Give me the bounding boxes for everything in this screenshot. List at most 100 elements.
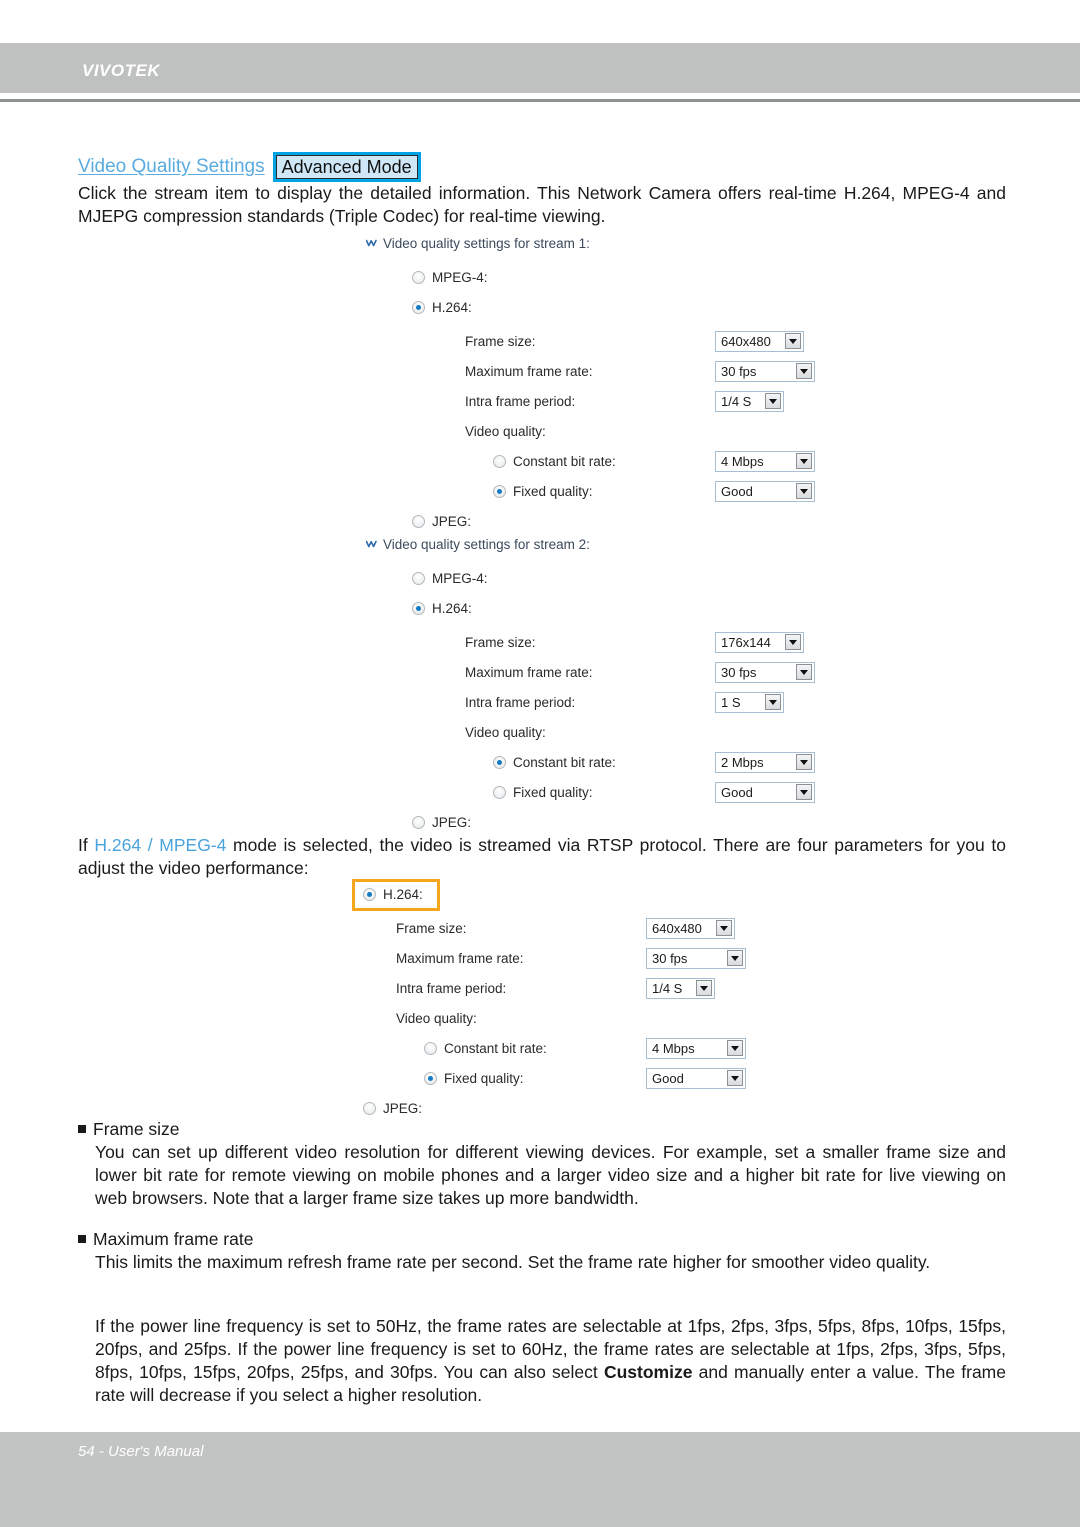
detail-fixed-quality-value: Good [652,1070,684,1086]
stream2-fixed-quality-row: Fixed quality: Good [493,778,815,806]
chevron-down-icon[interactable] [727,950,743,966]
chevron-down-icon[interactable] [765,393,781,409]
chevron-down-icon[interactable] [727,1040,743,1056]
radio-icon[interactable] [412,270,425,284]
detail-fixed-quality-select[interactable]: Good [646,1067,746,1089]
frame-rate-note-paragraph: If the power line frequency is set to 50… [95,1315,1006,1407]
stream2-constant-bit-rate-value: 2 Mbps [721,754,764,770]
detail-codec-h264-label: H.264: [383,886,423,902]
radio-icon[interactable] [493,454,506,468]
chevron-down-icon[interactable] [716,920,732,936]
detail-max-frame-rate-row: Maximum frame rate: 30 fps [396,944,746,972]
stream1-video-quality-label: Video quality: [465,423,546,439]
chevron-down-icon[interactable] [785,333,801,349]
advanced-mode-badge[interactable]: Advanced Mode [272,152,421,182]
detail-intra-frame-period-select[interactable]: 1/4 S [646,977,715,999]
chevron-down-icon[interactable] [785,634,801,650]
stream2-fixed-quality-value: Good [721,784,753,800]
stream2-max-frame-rate-row: Maximum frame rate: 30 fps [465,658,815,686]
stream2-constant-bit-rate-select[interactable]: 2 Mbps [715,751,815,773]
radio-icon[interactable] [412,815,425,829]
rtsp-lead-text: If [78,835,95,855]
stream2-constant-bit-rate-option[interactable]: Constant bit rate: [493,755,715,770]
stream2-codec-jpeg[interactable]: JPEG: [412,812,815,832]
stream2-title-row[interactable]: Video quality settings for stream 2: [365,537,815,552]
stream2-fixed-quality-option[interactable]: Fixed quality: [493,785,715,800]
stream2-intra-frame-period-select[interactable]: 1 S [715,691,784,713]
intro-paragraph: Click the stream item to display the det… [78,183,1006,226]
stream1-frame-size-row: Frame size: 640x480 [465,327,815,355]
stream1-codec-mpeg4[interactable]: MPEG-4: [412,267,815,287]
stream1-max-frame-rate-select[interactable]: 30 fps [715,360,815,382]
chevron-down-icon[interactable] [765,694,781,710]
stream2-max-frame-rate-label: Maximum frame rate: [465,664,593,680]
stream1-fixed-quality-option[interactable]: Fixed quality: [493,484,715,499]
stream1-constant-bit-rate-select[interactable]: 4 Mbps [715,450,815,472]
chevron-down-icon[interactable] [796,453,812,469]
stream2-intra-frame-period-label: Intra frame period: [465,694,576,710]
stream1-fixed-quality-select[interactable]: Good [715,480,815,502]
stream1-codec-mpeg4-label: MPEG-4: [432,269,488,285]
detail-max-frame-rate-select[interactable]: 30 fps [646,947,746,969]
stream2-max-frame-rate-select[interactable]: 30 fps [715,661,815,683]
stream2-fixed-quality-select[interactable]: Good [715,781,815,803]
stream2-settings-figure: Video quality settings for stream 2: MPE… [365,537,815,842]
stream2-intra-frame-period-row: Intra frame period: 1 S [465,688,815,716]
chevron-down-icon[interactable] [796,754,812,770]
detail-constant-bit-rate-row: Constant bit rate: 4 Mbps [424,1034,746,1062]
stream2-frame-size-select[interactable]: 176x144 [715,631,804,653]
stream1-constant-bit-rate-value: 4 Mbps [721,453,764,469]
chevron-down-icon[interactable] [696,980,712,996]
detail-codec-h264[interactable]: H.264: [363,884,746,904]
chevron-down-icon[interactable] [796,664,812,680]
radio-icon[interactable] [363,887,376,901]
radio-icon[interactable] [424,1071,437,1085]
detail-constant-bit-rate-select[interactable]: 4 Mbps [646,1037,746,1059]
stream1-constant-bit-rate-option[interactable]: Constant bit rate: [493,454,715,469]
stream2-codec-h264[interactable]: H.264: [412,598,815,618]
stream1-video-quality-row: Video quality: [465,417,815,445]
detail-frame-size-value: 640x480 [652,920,702,936]
detail-codec-jpeg[interactable]: JPEG: [363,1098,746,1118]
stream1-intra-frame-period-label: Intra frame period: [465,393,576,409]
stream1-frame-size-select[interactable]: 640x480 [715,330,804,352]
stream2-codec-mpeg4[interactable]: MPEG-4: [412,568,815,588]
radio-icon[interactable] [363,1101,376,1115]
chevron-down-icon[interactable] [796,363,812,379]
stream2-codec-h264-label: H.264: [432,600,472,616]
stream1-intra-frame-period-select[interactable]: 1/4 S [715,390,784,412]
stream1-codec-h264[interactable]: H.264: [412,297,815,317]
detail-constant-bit-rate-option[interactable]: Constant bit rate: [424,1041,646,1056]
bullet-heading-label: Frame size [93,1119,180,1139]
detail-constant-bit-rate-label: Constant bit rate: [444,1040,547,1056]
radio-icon[interactable] [412,571,425,585]
chevron-down-icon[interactable] [796,483,812,499]
radio-icon[interactable] [412,601,425,615]
stream1-fixed-quality-label: Fixed quality: [513,483,593,499]
detail-fixed-quality-option[interactable]: Fixed quality: [424,1071,646,1086]
frame-rate-note-bold: Customize [603,1362,693,1382]
stream1-max-frame-rate-row: Maximum frame rate: 30 fps [465,357,815,385]
radio-icon[interactable] [412,300,425,314]
detail-frame-size-select[interactable]: 640x480 [646,917,735,939]
detail-max-frame-rate-label: Maximum frame rate: [396,950,524,966]
radio-icon[interactable] [493,484,506,498]
radio-icon[interactable] [424,1041,437,1055]
bullet-heading-frame-size: Frame size [78,1118,180,1140]
square-bullet-icon [78,1125,86,1133]
double-chevron-down-icon [365,239,377,248]
chevron-down-icon[interactable] [727,1070,743,1086]
stream1-title-row[interactable]: Video quality settings for stream 1: [365,236,815,251]
radio-icon[interactable] [493,785,506,799]
stream1-constant-bit-rate-row: Constant bit rate: 4 Mbps [493,447,815,475]
chevron-down-icon[interactable] [796,784,812,800]
stream2-codec-jpeg-label: JPEG: [432,814,472,830]
bullet-heading-max-frame-rate: Maximum frame rate [78,1228,253,1250]
stream1-codec-jpeg[interactable]: JPEG: [412,511,815,531]
radio-icon[interactable] [493,755,506,769]
page-title[interactable]: Video Quality Settings [78,156,265,178]
radio-icon[interactable] [412,514,425,528]
stream1-fixed-quality-value: Good [721,483,753,499]
stream1-fixed-quality-row: Fixed quality: Good [493,477,815,505]
detail-constant-bit-rate-value: 4 Mbps [652,1040,695,1056]
